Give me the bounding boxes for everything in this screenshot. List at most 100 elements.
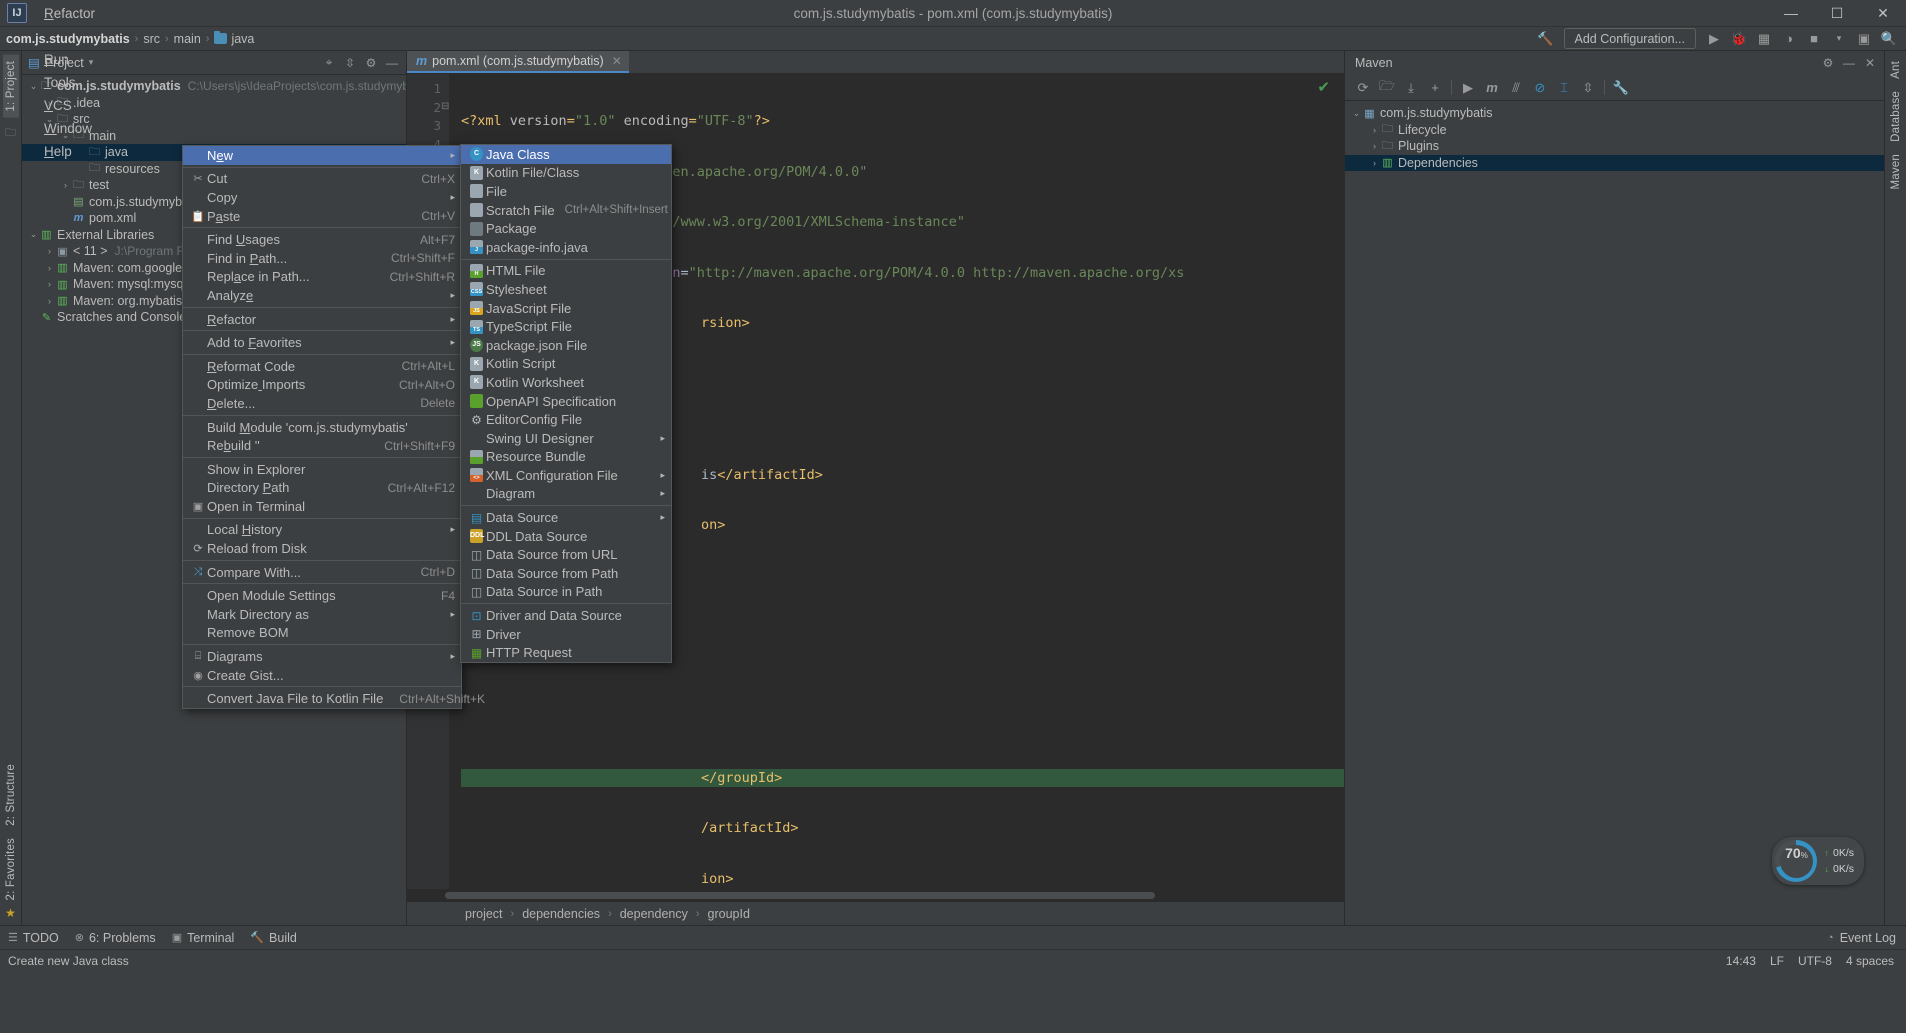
maven-tree-item-com-js-studymybatis[interactable]: ⌄ ▦ com.js.studymybatis — [1345, 105, 1884, 122]
breadcrumb-item-java[interactable]: java — [214, 31, 254, 46]
skip-tests-icon[interactable]: ⊘ — [1529, 77, 1551, 99]
tool-window-problems[interactable]: ⊗ 6: Problems — [75, 931, 156, 945]
context-menu-item-analyze[interactable]: Analyze ▸ — [183, 286, 461, 305]
breadcrumb-item-src[interactable]: src — [143, 32, 160, 46]
maven-tree-item-dependencies[interactable]: › ▥ Dependencies — [1345, 154, 1884, 171]
run-icon[interactable]: ▶ — [1457, 77, 1479, 99]
stop-icon[interactable]: ■ — [1803, 29, 1825, 49]
chevron-right-icon[interactable]: › — [44, 296, 55, 306]
chevron-down-icon[interactable]: ▾ — [1828, 29, 1850, 49]
network-speed-widget[interactable]: 70% ↑ 0K/s ↓ 0K/s — [1772, 837, 1864, 885]
context-menu-item-find-in-path[interactable]: Find in Path... Ctrl+Shift+F — [183, 249, 461, 268]
chevron-right-icon[interactable]: › — [1369, 125, 1380, 135]
minimize-button[interactable]: — — [1768, 0, 1814, 27]
layout-icon[interactable]: ▣ — [1853, 29, 1875, 49]
collapse-all-icon[interactable]: ⇳ — [340, 53, 360, 73]
editor-breadcrumbs[interactable]: project › dependencies › dependency › groupId — [407, 901, 1344, 925]
new-submenu-item-html-file[interactable]: H HTML File — [461, 262, 671, 281]
context-menu-item-optimize-imports[interactable]: Optimize Imports Ctrl+Alt+O — [183, 376, 461, 395]
context-menu-item-compare-with[interactable]: ⤨ Compare With... Ctrl+D — [183, 563, 461, 582]
new-submenu-item-driver-and-data-source[interactable]: ⊡ Driver and Data Source — [461, 606, 671, 625]
new-submenu-item-scratch-file[interactable]: Scratch File Ctrl+Alt+Shift+Insert — [461, 201, 671, 220]
run-icon[interactable]: ▶ — [1703, 29, 1725, 49]
run-with-coverage-icon[interactable]: ▦ — [1753, 29, 1775, 49]
toggle-offline-icon[interactable]: ⫻ — [1505, 77, 1527, 99]
maven-tree-item-plugins[interactable]: › 🗀 Plugins — [1345, 138, 1884, 155]
new-submenu-item-xml-configuration-file[interactable]: <> XML Configuration File ▸ — [461, 466, 671, 485]
new-submenu-item-diagram[interactable]: Diagram ▸ — [461, 485, 671, 504]
menu-refactor[interactable]: Refactor — [35, 2, 106, 25]
sidebar-item-maven[interactable]: Maven — [1888, 148, 1904, 196]
context-menu-item-remove-bom[interactable]: Remove BOM — [183, 624, 461, 643]
new-submenu-item-java-class[interactable]: C Java Class — [461, 145, 671, 164]
maven-goal-icon[interactable]: m — [1481, 77, 1503, 99]
context-menu-item-find-usages[interactable]: Find Usages Alt+F7 — [183, 230, 461, 249]
gear-icon[interactable]: ⚙ — [1818, 53, 1838, 73]
tool-window-build[interactable]: 🔨 Build — [250, 931, 297, 945]
new-submenu-item-kotlin-worksheet[interactable]: K Kotlin Worksheet — [461, 373, 671, 392]
hide-icon[interactable]: — — [382, 53, 402, 73]
download-sources-icon[interactable]: ⤓ — [1400, 77, 1422, 99]
editor-breadcrumb-dependencies[interactable]: dependencies — [522, 907, 600, 921]
add-configuration-button[interactable]: Add Configuration... — [1563, 28, 1696, 49]
generate-sources-icon[interactable]: 🗁 — [1376, 77, 1398, 99]
editor-breadcrumb-dependency[interactable]: dependency — [620, 907, 688, 921]
new-submenu-item-data-source-from-url[interactable]: ◫ Data Source from URL — [461, 545, 671, 564]
new-submenu-item-editorconfig-file[interactable]: ⚙ EditorConfig File — [461, 410, 671, 429]
context-menu-item-copy[interactable]: Copy ▸ — [183, 188, 461, 207]
new-submenu[interactable]: C Java Class K Kotlin File/Class File Scratch… — [460, 144, 672, 664]
context-menu-item-directory-path[interactable]: Directory Path Ctrl+Alt+F12 — [183, 479, 461, 498]
chevron-right-icon[interactable]: › — [60, 180, 71, 190]
chevron-down-icon[interactable]: ⌄ — [1351, 108, 1362, 119]
context-menu[interactable]: New ▸ ✂ Cut Ctrl+X Copy ▸ 📋 Paste Ctrl+V Find Usag… — [182, 145, 485, 710]
new-submenu-item-http-request[interactable]: ▦ HTTP Request — [461, 643, 671, 662]
close-icon[interactable]: ✕ — [1860, 53, 1880, 73]
sidebar-item-ant[interactable]: Ant — [1888, 55, 1904, 85]
status-line-separator[interactable]: LF — [1770, 954, 1784, 968]
context-menu-item-open-in-terminal[interactable]: ▣ Open in Terminal — [183, 497, 461, 516]
breadcrumb-item-main[interactable]: main — [174, 32, 201, 46]
maven-tree[interactable]: ⌄ ▦ com.js.studymybatis › 🗀 Lifecycle › 🗀 Plugin… — [1345, 101, 1884, 925]
chevron-right-icon[interactable]: › — [44, 263, 55, 273]
chevron-right-icon[interactable]: › — [1369, 158, 1380, 168]
search-icon[interactable]: 🔍 — [1878, 29, 1900, 49]
new-submenu-item-javascript-file[interactable]: JS JavaScript File — [461, 299, 671, 318]
breadcrumb-item-com-js-studymybatis[interactable]: com.js.studymybatis — [6, 32, 130, 46]
horizontal-scrollbar[interactable] — [445, 892, 1155, 899]
new-submenu-item-kotlin-script[interactable]: K Kotlin Script — [461, 355, 671, 374]
context-menu-item-local-history[interactable]: Local History ▸ — [183, 521, 461, 540]
tool-window-terminal[interactable]: ▣ Terminal — [172, 931, 235, 945]
add-maven-project-icon[interactable]: + — [1424, 77, 1446, 99]
new-submenu-item-resource-bundle[interactable]: Resource Bundle — [461, 448, 671, 467]
context-menu-item-replace-in-path[interactable]: Replace in Path... Ctrl+Shift+R — [183, 268, 461, 287]
new-submenu-item-swing-ui-designer[interactable]: Swing UI Designer ▸ — [461, 429, 671, 448]
new-submenu-item-data-source-from-path[interactable]: ◫ Data Source from Path — [461, 564, 671, 583]
menu-vcs[interactable]: VCS — [35, 94, 106, 117]
status-encoding[interactable]: UTF-8 — [1798, 954, 1832, 968]
new-submenu-item-kotlin-file-class[interactable]: K Kotlin File/Class — [461, 164, 671, 183]
context-menu-item-paste[interactable]: 📋 Paste Ctrl+V — [183, 207, 461, 226]
editor-tab-pom-xml[interactable]: m pom.xml (com.js.studymybatis) ✕ — [407, 50, 629, 73]
maven-tree-item-lifecycle[interactable]: › 🗀 Lifecycle — [1345, 122, 1884, 139]
sidebar-item-structure[interactable]: 2: Structure — [3, 758, 19, 832]
menu-help[interactable]: Help — [35, 140, 106, 163]
context-menu-item-build-module-com-js-studymybatis[interactable]: Build Module 'com.js.studymybatis' — [183, 418, 461, 437]
context-menu-item-add-to-favorites[interactable]: Add to Favorites ▸ — [183, 333, 461, 352]
context-menu-item-convert-java-file-to-kotlin-file[interactable]: Convert Java File to Kotlin File Ctrl+Alt… — [183, 689, 485, 708]
new-submenu-item-data-source[interactable]: ▤ Data Source ▸ — [461, 508, 671, 527]
inspection-status-icon[interactable]: ✔ — [1317, 78, 1330, 96]
collapse-all-icon[interactable]: ⇳ — [1577, 77, 1599, 99]
status-indent[interactable]: 4 spaces — [1846, 954, 1894, 968]
build-hammer-icon[interactable]: 🔨 — [1535, 29, 1557, 49]
close-icon[interactable]: ✕ — [612, 54, 622, 68]
new-submenu-item-openapi-specification[interactable]: OpenAPI Specification — [461, 392, 671, 411]
context-menu-item-diagrams[interactable]: ⌸ Diagrams ▸ — [183, 647, 461, 666]
context-menu-item-reformat-code[interactable]: Reformat Code Ctrl+Alt+L — [183, 357, 461, 376]
chevron-right-icon[interactable]: › — [44, 246, 55, 256]
editor-breadcrumb-project[interactable]: project — [465, 907, 503, 921]
menu-tools[interactable]: Tools — [35, 71, 106, 94]
chevron-right-icon[interactable]: › — [1369, 141, 1380, 151]
context-menu-item-cut[interactable]: ✂ Cut Ctrl+X — [183, 170, 461, 189]
event-log-button[interactable]: Event Log — [1840, 931, 1896, 945]
context-menu-item-reload-from-disk[interactable]: ⟳ Reload from Disk — [183, 539, 461, 558]
